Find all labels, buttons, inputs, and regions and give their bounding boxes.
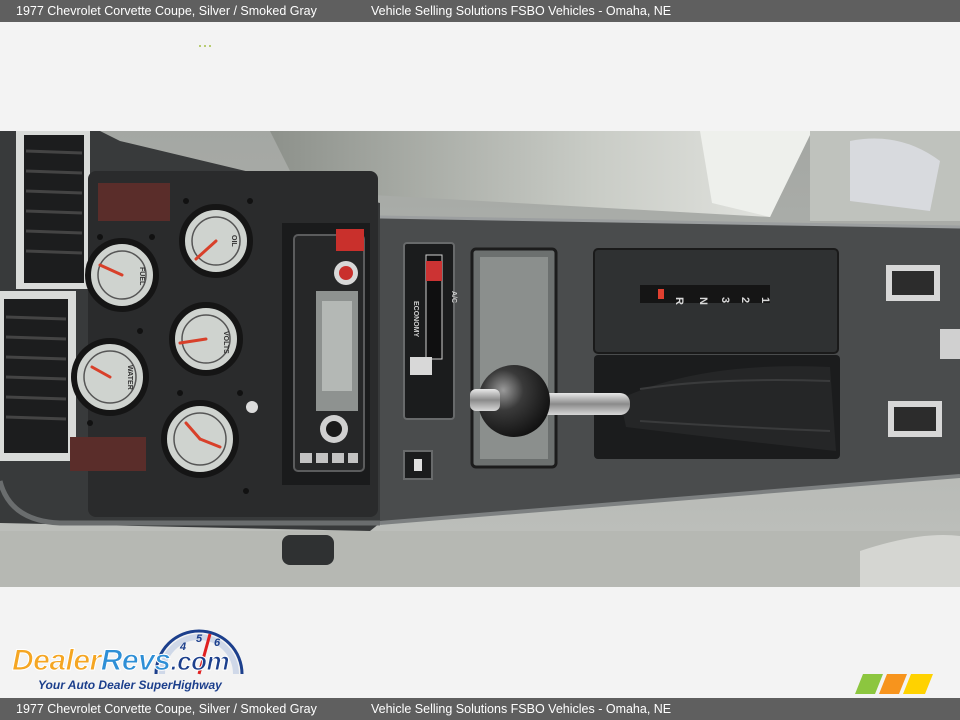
svg-text:WATER: WATER	[126, 365, 133, 390]
dealer-location-footer: Vehicle Selling Solutions FSBO Vehicles …	[371, 702, 672, 716]
vehicle-title: 1977 Chevrolet Corvette Coupe, Silver / …	[16, 4, 317, 18]
logo-word-com: .com	[170, 646, 230, 677]
top-caption-bar: 1977 Chevrolet Corvette Coupe, Silver / …	[0, 0, 960, 22]
decorative-dots	[199, 45, 211, 47]
svg-text:VOLTS: VOLTS	[222, 331, 229, 354]
vehicle-photo: FUEL OIL WATER VOLTS ECONOMY A/C R N 3 2…	[0, 131, 960, 587]
bottom-caption-bar: 1977 Chevrolet Corvette Coupe, Silver / …	[0, 698, 960, 720]
logo-word-dealer: Dealer	[12, 644, 102, 678]
logo-wordmark: DealerRevs.com	[12, 644, 231, 678]
vehicle-title-footer: 1977 Chevrolet Corvette Coupe, Silver / …	[16, 702, 317, 716]
svg-text:OIL: OIL	[230, 235, 237, 247]
dealer-location: Vehicle Selling Solutions FSBO Vehicles …	[371, 4, 672, 18]
svg-text:A/C: A/C	[450, 291, 457, 303]
svg-text:R: R	[673, 297, 685, 305]
logo-word-revs: Revs	[100, 644, 171, 678]
svg-text:3: 3	[719, 297, 731, 303]
air-vent-upper	[16, 131, 90, 289]
svg-text:2: 2	[739, 297, 751, 303]
air-vent-lower	[0, 291, 76, 461]
svg-text:FUEL: FUEL	[138, 267, 145, 286]
dealerrevs-logo: 4 5 6 DealerRevs.com Your Auto Dealer Su…	[12, 624, 272, 694]
logo-tagline: Your Auto Dealer SuperHighway	[38, 678, 222, 692]
svg-text:N: N	[697, 297, 709, 305]
svg-text:ECONOMY: ECONOMY	[412, 301, 419, 338]
svg-text:1: 1	[759, 297, 771, 303]
brand-stripes-icon	[855, 674, 933, 694]
